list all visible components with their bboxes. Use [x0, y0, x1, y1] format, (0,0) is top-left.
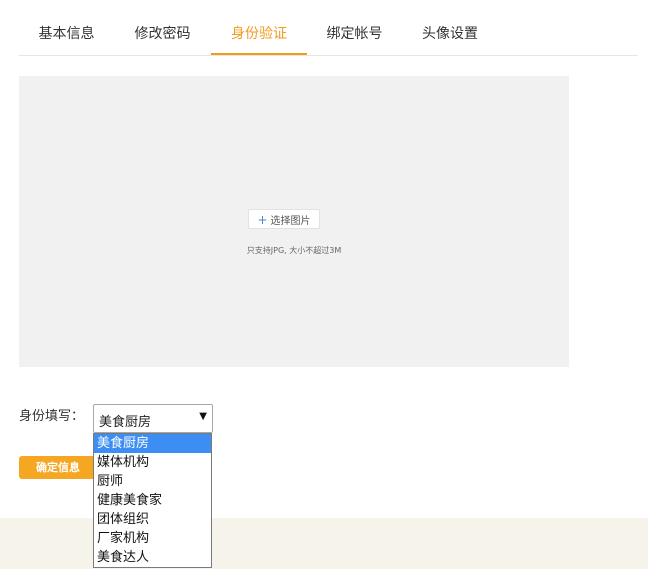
- choose-image-label: 选择图片: [270, 216, 311, 227]
- confirm-info-button[interactable]: 确定信息: [19, 456, 97, 479]
- plus-icon: +: [257, 213, 268, 227]
- identity-label: 身份填写：: [19, 409, 85, 424]
- identity-options-list: 美食厨房 媒体机构 厨师 健康美食家 团体组织 厂家机构 美食达人: [93, 433, 212, 568]
- identity-option[interactable]: 厂家机构: [94, 529, 211, 548]
- caret-down-icon: ▼: [199, 411, 207, 422]
- image-upload-area[interactable]: + 选择图片 只支持JPG, 大小不超过3M: [19, 76, 569, 367]
- upload-hint: 只支持JPG, 大小不超过3M: [246, 246, 342, 255]
- tab-avatar-settings[interactable]: 头像设置: [402, 19, 498, 54]
- identity-option[interactable]: 健康美食家: [94, 491, 211, 510]
- tab-bar: 基本信息 修改密码 身份验证 绑定帐号 头像设置: [19, 19, 638, 56]
- choose-image-button[interactable]: + 选择图片: [248, 209, 320, 229]
- identity-select[interactable]: 美食厨房 ▼: [93, 404, 213, 433]
- identity-option[interactable]: 厨师: [94, 472, 211, 491]
- identity-selected-value: 美食厨房: [99, 415, 152, 430]
- tab-basic-info[interactable]: 基本信息: [19, 19, 114, 54]
- identity-option[interactable]: 媒体机构: [94, 453, 211, 472]
- identity-option[interactable]: 团体组织: [94, 510, 211, 529]
- identity-option[interactable]: 美食达人: [94, 548, 211, 567]
- tab-identity-verification[interactable]: 身份验证: [211, 19, 307, 55]
- identity-option[interactable]: 美食厨房: [94, 434, 211, 453]
- tab-bind-account[interactable]: 绑定帐号: [307, 19, 402, 54]
- tab-change-password[interactable]: 修改密码: [114, 19, 211, 54]
